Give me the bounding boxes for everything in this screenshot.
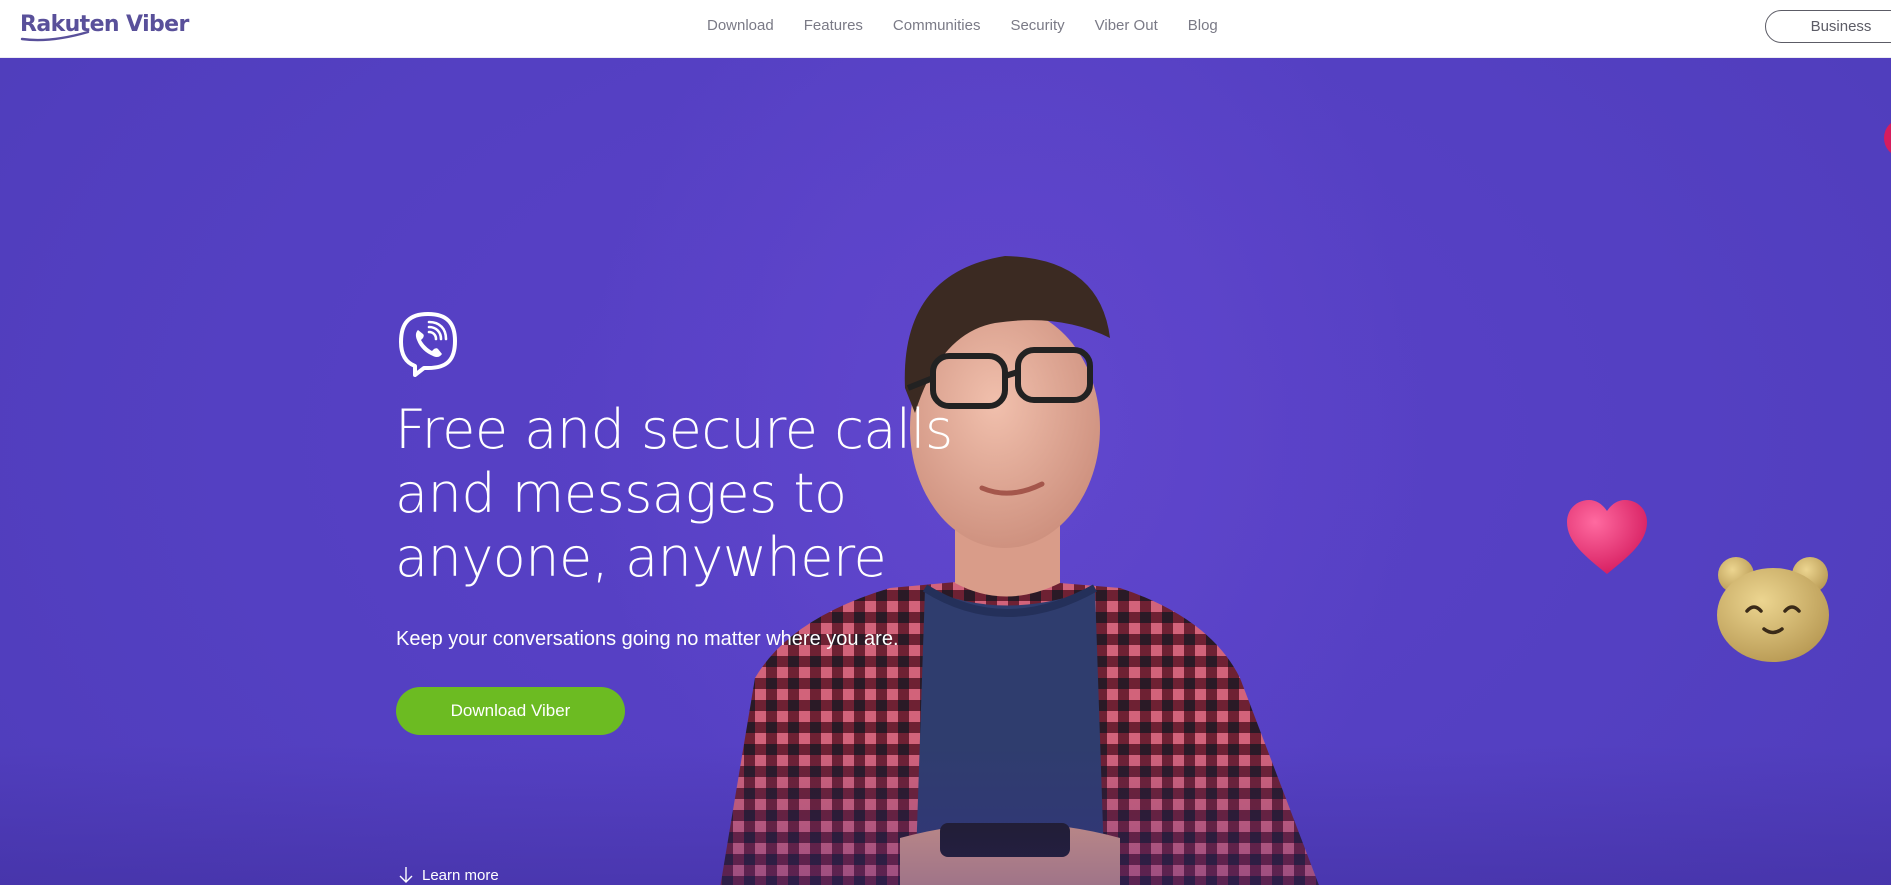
viber-logo-icon [399, 312, 457, 377]
nav-link-security[interactable]: Security [1010, 17, 1064, 34]
nav-link-communities[interactable]: Communities [893, 17, 981, 34]
heart-emoji [1567, 500, 1647, 574]
logo-swoosh-icon [20, 30, 90, 42]
learn-more-link[interactable]: Learn more [398, 864, 499, 885]
top-navigation: Rakuten Viber Download Features Communit… [0, 0, 1891, 58]
headline-line-2: and messages to [395, 462, 847, 525]
rakuten-viber-logo[interactable]: Rakuten Viber [20, 12, 189, 42]
hero-section: Free and secure calls and messages to an… [0, 58, 1891, 885]
learn-more-label: Learn more [422, 866, 499, 884]
business-button[interactable]: Business [1765, 10, 1891, 43]
nav-link-viber-out[interactable]: Viber Out [1095, 17, 1158, 34]
hero-bottom-shade [0, 745, 1891, 885]
nav-link-blog[interactable]: Blog [1188, 17, 1218, 34]
headline-line-3: anyone, anywhere [395, 526, 887, 589]
hero-headline: Free and secure calls and messages to an… [395, 398, 955, 590]
nav-link-download[interactable]: Download [707, 17, 774, 34]
hero-subline: Keep your conversations going no matter … [396, 628, 899, 650]
headline-line-1: Free and secure calls [395, 398, 953, 461]
nav-link-features[interactable]: Features [804, 17, 863, 34]
main-menu: Download Features Communities Security V… [707, 17, 1248, 34]
partial-emoji [1884, 123, 1891, 153]
download-viber-button[interactable]: Download Viber [396, 687, 625, 735]
arrow-down-icon [399, 867, 413, 883]
bear-emoji [1717, 557, 1829, 662]
